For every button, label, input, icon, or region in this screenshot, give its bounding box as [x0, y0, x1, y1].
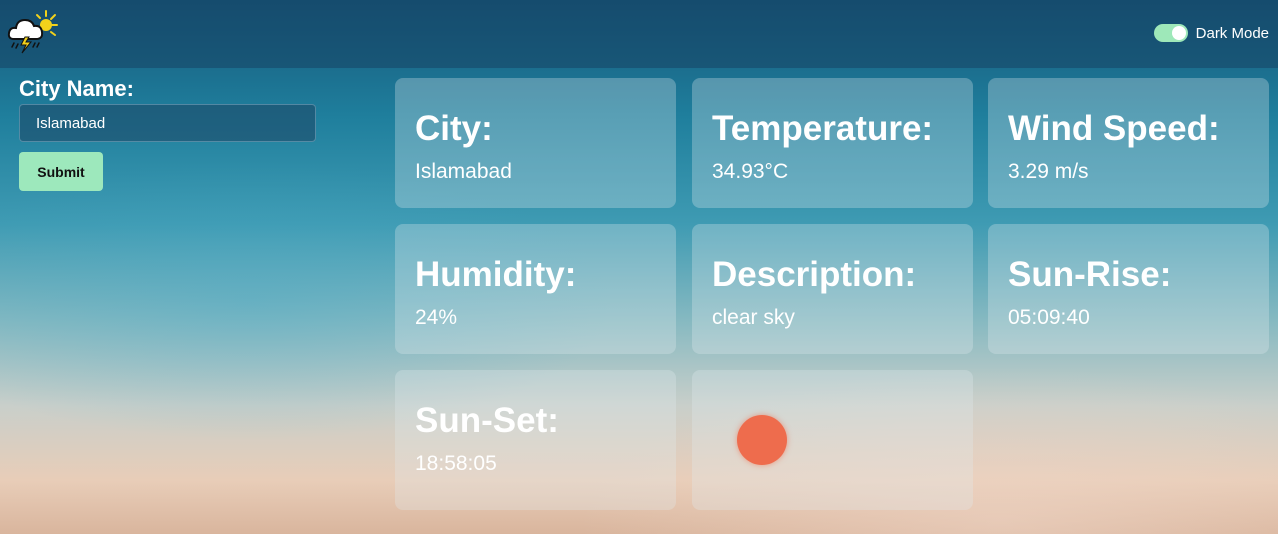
card-title: Sun-Set:: [415, 401, 559, 440]
top-bar: Dark Mode: [0, 0, 1278, 68]
card-value: 34.93°C: [712, 160, 789, 183]
card-value: 24%: [415, 306, 458, 329]
card-value: 18:58:05: [415, 452, 497, 475]
city-card: City: Islamabad: [395, 78, 676, 208]
thunderstorm-sun-icon: [7, 10, 58, 54]
switch-knob: [1171, 26, 1186, 40]
sun-icon: [737, 415, 787, 465]
city-form: City Name: Submit: [19, 75, 319, 191]
card-value: Islamabad: [415, 160, 512, 183]
card-value: 3.29 m/s: [1008, 160, 1089, 183]
dark-mode-switch[interactable]: [1153, 24, 1188, 42]
card-title: Wind Speed:: [1008, 109, 1220, 148]
sunrise-card: Sun-Rise: 05:09:40: [988, 224, 1269, 354]
card-title: Humidity:: [415, 255, 577, 294]
submit-button[interactable]: Submit: [19, 152, 103, 191]
card-title: City:: [415, 109, 493, 148]
card-value: 05:09:40: [1008, 306, 1090, 329]
city-name-label: City Name:: [19, 76, 134, 101]
temperature-card: Temperature: 34.93°C: [692, 78, 973, 208]
card-value: clear sky: [712, 306, 795, 329]
card-title: Sun-Rise:: [1008, 255, 1172, 294]
city-input[interactable]: [19, 104, 316, 142]
dark-mode-label: Dark Mode: [1195, 24, 1269, 42]
sunset-card: Sun-Set: 18:58:05: [395, 370, 676, 510]
wind-speed-card: Wind Speed: 3.29 m/s: [988, 78, 1269, 208]
card-title: Description:: [712, 255, 917, 294]
weather-icon-card: [692, 370, 973, 510]
description-card: Description: clear sky: [692, 224, 973, 354]
card-title: Temperature:: [712, 109, 934, 148]
humidity-card: Humidity: 24%: [395, 224, 676, 354]
dark-mode-toggle[interactable]: Dark Mode: [1153, 23, 1269, 43]
